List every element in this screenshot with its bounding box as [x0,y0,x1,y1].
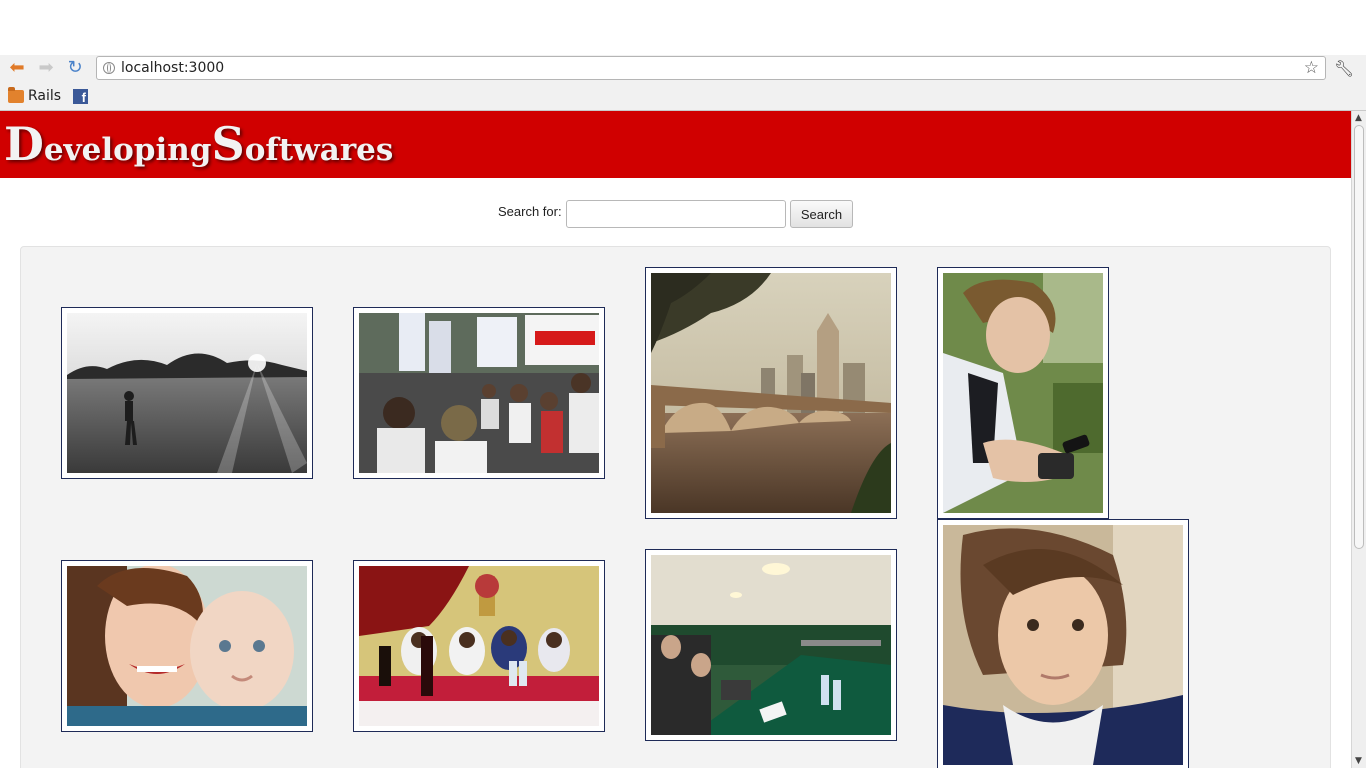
bookmark-rails[interactable]: Rails [28,88,61,104]
bookmarks-bar: Rails f [0,83,1366,111]
logo-word-softwares: oftwares [244,132,394,168]
address-bar[interactable]: localhost:3000 ☆ [96,56,1326,80]
facebook-icon[interactable]: f [73,89,88,105]
gallery-photo-man-phone[interactable] [937,267,1109,519]
scrollbar-thumb[interactable] [1354,125,1364,549]
search-input[interactable] [566,200,786,228]
photo-field-image [67,313,307,473]
photo-conference-image [651,555,891,735]
site-logo[interactable]: DevelopingSoftwares [4,117,393,171]
gallery-photo-conference[interactable] [645,549,897,741]
logo-initial-s: S [211,117,245,171]
photo-city-bridge-image [651,273,891,513]
gallery-photo-mother-baby[interactable] [61,560,313,732]
browser-toolbar: ⬅ ➡ ↻ localhost:3000 ☆ 🔧︎ [0,55,1366,83]
globe-icon [103,62,115,74]
bookmark-star-icon[interactable]: ☆ [1304,58,1319,78]
reload-icon[interactable]: ↻ [64,57,86,79]
gallery-photo-portrait[interactable] [937,519,1189,768]
back-arrow-icon[interactable]: ⬅ [6,57,28,79]
window-top-area [0,0,1366,55]
logo-initial-d: D [4,117,44,171]
gallery-photo-nuns[interactable] [353,560,605,732]
search-button[interactable]: Search [790,200,853,228]
search-label: Search for: [498,204,562,219]
photo-march-image [359,313,599,473]
folder-icon[interactable] [8,87,24,103]
photo-gallery [20,246,1331,768]
photo-man-phone-image [943,273,1103,513]
page-scrollbar[interactable]: ▲ ▼ [1351,111,1366,768]
photo-mother-baby-image [67,566,307,726]
gallery-photo-field[interactable] [61,307,313,479]
site-banner: DevelopingSoftwares [0,111,1351,178]
scroll-up-arrow-icon[interactable]: ▲ [1355,113,1362,123]
forward-arrow-icon[interactable]: ➡ [35,57,57,79]
gallery-photo-city-bridge[interactable] [645,267,897,519]
wrench-menu-icon[interactable]: 🔧︎ [1334,57,1354,79]
page-viewport: DevelopingSoftwares Search for: Search [0,111,1351,768]
logo-word-developing: eveloping [43,132,212,168]
photo-portrait-image [943,525,1183,765]
gallery-photo-march[interactable] [353,307,605,479]
photo-nuns-image [359,566,599,726]
url-text[interactable]: localhost:3000 [121,60,224,76]
scroll-down-arrow-icon[interactable]: ▼ [1355,756,1362,766]
search-form: Search for: Search [0,200,1351,230]
